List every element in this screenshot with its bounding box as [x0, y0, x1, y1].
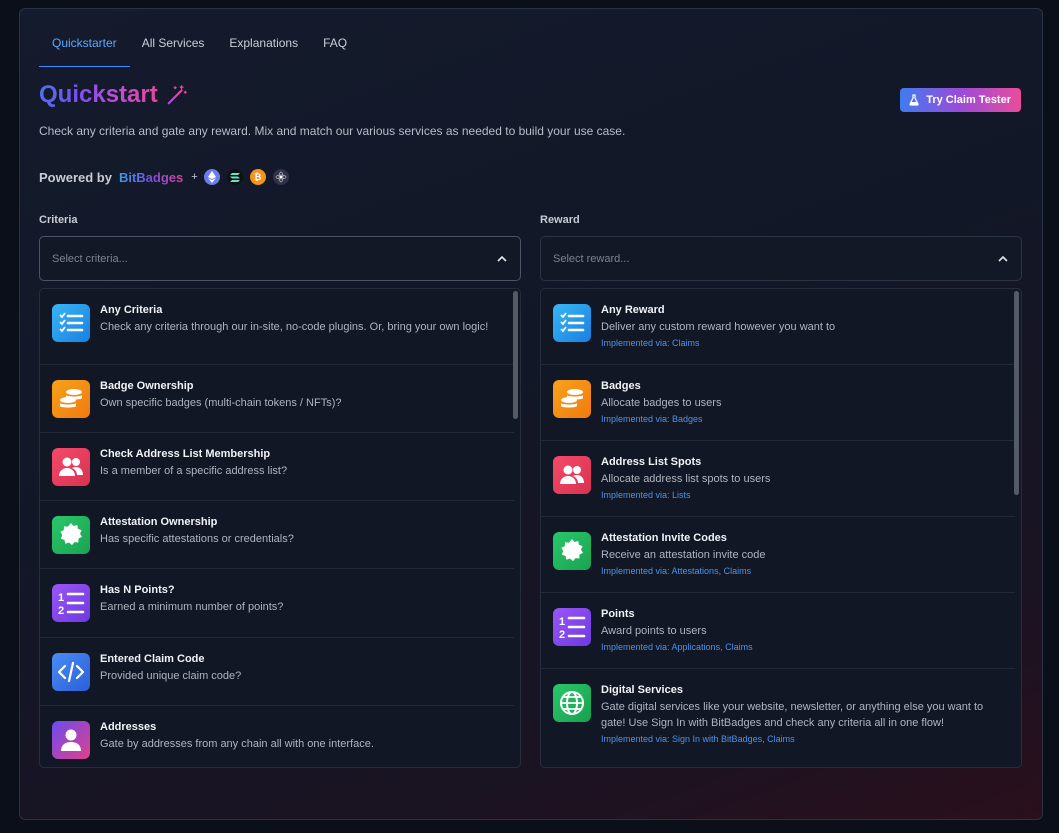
tab-all-services[interactable]: All Services [142, 31, 205, 67]
page-title: Quickstart [39, 81, 158, 108]
criteria-dropdown-list: Any Criteria Check any criteria through o… [39, 288, 521, 768]
bitbadges-logo[interactable]: BitBadges [119, 170, 183, 185]
try-claim-tester-button[interactable]: Try Claim Tester [900, 88, 1021, 112]
option-title: Attestation Ownership [100, 516, 218, 528]
criteria-option-any-criteria[interactable]: Any Criteria Check any criteria through o… [40, 289, 514, 365]
magic-wand-icon [167, 85, 187, 105]
user-icon [52, 721, 90, 759]
coins-icon [52, 380, 90, 418]
criteria-option-has-n-points[interactable]: 12 Has N Points? Earned a minimum number … [40, 569, 514, 638]
tab-explanations[interactable]: Explanations [229, 31, 298, 67]
option-description: Gate by addresses from any chain all wit… [100, 738, 374, 750]
cosmos-icon [272, 169, 289, 185]
flask-icon [909, 94, 919, 106]
option-title: Attestation Invite Codes [601, 532, 727, 544]
option-description: Provided unique claim code? [100, 670, 242, 682]
criteria-select-placeholder: Select criteria... [52, 252, 128, 265]
svg-text:2: 2 [559, 629, 565, 640]
tab-faq[interactable]: FAQ [323, 31, 347, 67]
option-title: Points [601, 608, 635, 620]
option-description: Is a member of a specific address list? [100, 465, 288, 477]
checklist-icon [553, 304, 591, 342]
reward-option-points[interactable]: 12 Points Award points to users Implemente… [541, 593, 1015, 669]
option-title: Entered Claim Code [100, 653, 205, 665]
numbered-list-icon: 12 [52, 584, 90, 622]
users-icon [553, 456, 591, 494]
try-claim-tester-label: Try Claim Tester [926, 94, 1011, 106]
criteria-option-attestation-ownership[interactable]: Attestation Ownership Has specific attest… [40, 501, 514, 569]
numbered-list-icon: 12 [553, 608, 591, 646]
powered-by: Powered by BitBadges + ₿ [39, 169, 296, 185]
option-title: Any Criteria [100, 304, 163, 316]
reward-label: Reward [540, 214, 580, 226]
powered-by-label: Powered by [39, 169, 112, 185]
option-description: Earned a minimum number of points? [100, 601, 284, 613]
certificate-icon [553, 532, 591, 570]
option-implementation: Implemented via: Claims [601, 338, 700, 348]
option-title: Badge Ownership [100, 380, 194, 392]
code-icon [52, 653, 90, 691]
reward-option-attestation-invite-codes[interactable]: Attestation Invite Codes Receive an attes… [541, 517, 1015, 593]
option-description: Own specific badges (multi-chain tokens … [100, 397, 342, 409]
tab-quickstarter[interactable]: Quickstarter [39, 31, 130, 67]
option-description: Has specific attestations or credentials… [100, 533, 294, 545]
solana-icon [226, 169, 243, 185]
page-subtitle: Check any criteria and gate any reward. … [39, 124, 626, 138]
option-description: Gate digital services like your website,… [601, 701, 984, 729]
option-description: Allocate address list spots to users [601, 473, 771, 485]
option-title: Any Reward [601, 304, 665, 316]
option-implementation: Implemented via: Applications, Claims [601, 642, 753, 652]
criteria-select[interactable]: Select criteria... [39, 236, 521, 281]
option-title: Check Address List Membership [100, 448, 271, 460]
reward-select-placeholder: Select reward... [553, 252, 630, 265]
criteria-option-badge-ownership[interactable]: Badge Ownership Own specific badges (mult… [40, 365, 514, 433]
certificate-icon [52, 516, 90, 554]
chevron-up-icon[interactable] [496, 253, 508, 265]
option-description: Deliver any custom reward however you wa… [601, 321, 836, 333]
ethereum-icon [203, 169, 220, 185]
criteria-label: Criteria [39, 214, 78, 226]
option-implementation: Implemented via: Attestations, Claims [601, 566, 752, 576]
criteria-option-address-list[interactable]: Check Address List Membership Is a member… [40, 433, 514, 501]
reward-option-address-list-spots[interactable]: Address List Spots Allocate address list … [541, 441, 1015, 517]
chevron-up-icon[interactable] [997, 253, 1009, 265]
title-row: Quickstart [39, 81, 188, 109]
option-description: Check any criteria through our in-site, … [100, 321, 489, 333]
criteria-scrollbar[interactable] [513, 291, 518, 419]
option-description: Allocate badges to users [601, 397, 722, 409]
criteria-option-addresses[interactable]: Addresses Gate by addresses from any chai… [40, 706, 514, 767]
reward-scrollbar[interactable] [1014, 291, 1019, 495]
reward-option-digital-services[interactable]: Digital Services Gate digital services li… [541, 669, 1015, 767]
option-description: Receive an attestation invite code [601, 549, 766, 561]
option-title: Badges [601, 380, 641, 392]
option-title: Addresses [100, 721, 157, 733]
reward-select[interactable]: Select reward... [540, 236, 1022, 281]
reward-option-any-reward[interactable]: Any Reward Deliver any custom reward howe… [541, 289, 1015, 365]
svg-text:2: 2 [58, 605, 64, 616]
tab-bar: Quickstarter All Services Explanations F… [39, 31, 372, 67]
criteria-option-claim-code[interactable]: Entered Claim Code Provided unique claim … [40, 638, 514, 706]
option-title: Has N Points? [100, 584, 175, 596]
checklist-icon [52, 304, 90, 342]
plus-sign: + [191, 171, 198, 183]
bitcoin-icon: ₿ [249, 169, 266, 185]
svg-text:1: 1 [58, 592, 64, 604]
reward-dropdown-list: Any Reward Deliver any custom reward howe… [540, 288, 1022, 768]
option-title: Digital Services [601, 684, 683, 696]
option-implementation: Implemented via: Badges [601, 414, 703, 424]
option-implementation: Implemented via: Sign In with BitBadges,… [601, 734, 795, 744]
coins-icon [553, 380, 591, 418]
main-panel: Quickstarter All Services Explanations F… [19, 8, 1043, 820]
option-title: Address List Spots [601, 456, 702, 468]
reward-option-badges[interactable]: Badges Allocate badges to users Implemente… [541, 365, 1015, 441]
users-icon [52, 448, 90, 486]
svg-text:1: 1 [559, 616, 565, 628]
option-description: Award points to users [601, 625, 707, 637]
globe-icon [553, 684, 591, 722]
option-implementation: Implemented via: Lists [601, 490, 691, 500]
